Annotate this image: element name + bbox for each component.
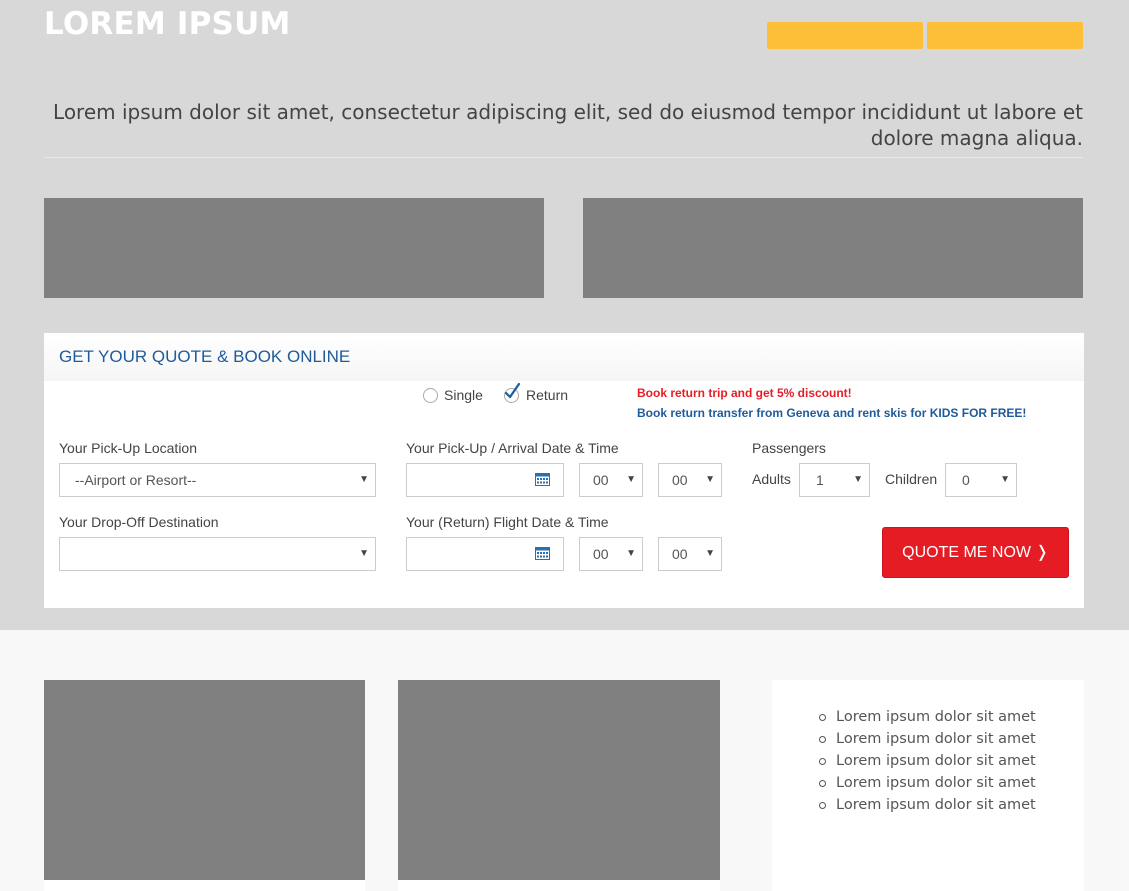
return-date-input[interactable] (406, 537, 564, 571)
return-datetime-label: Your (Return) Flight Date & Time (406, 514, 609, 530)
promo-discount: Book return trip and get 5% discount! (637, 386, 852, 400)
quote-form: GET YOUR QUOTE & BOOK ONLINE Single Retu… (44, 333, 1084, 608)
pickup-minute-select[interactable]: 00 ▼ (658, 463, 722, 497)
site-title: LOREM IPSUM (44, 6, 291, 42)
hero-section: LOREM IPSUM Lorem ipsum dolor sit amet, … (0, 0, 1129, 630)
banner-image-left (44, 198, 544, 298)
pickup-hour-value: 00 (593, 472, 609, 488)
content-image-2 (398, 680, 720, 880)
quote-form-header: GET YOUR QUOTE & BOOK ONLINE (44, 333, 1084, 381)
list-item: Lorem ipsum dolor sit amet (818, 794, 1036, 816)
return-label: Return (526, 387, 569, 403)
quote-form-title: GET YOUR QUOTE & BOOK ONLINE (59, 347, 351, 366)
return-radio[interactable] (504, 382, 521, 403)
calendar-icon[interactable] (535, 473, 550, 486)
chevron-down-icon: ▼ (359, 548, 369, 559)
adults-select[interactable]: 1 ▼ (799, 463, 870, 497)
single-label: Single (444, 387, 483, 403)
header-button-2[interactable] (927, 22, 1083, 49)
dropoff-label: Your Drop-Off Destination (59, 514, 219, 530)
chevron-down-icon: ▼ (705, 474, 715, 485)
pickup-location-value: --Airport or Resort-- (75, 472, 197, 488)
dropoff-select[interactable]: ▼ (59, 537, 376, 571)
sidebar-box: Lorem ipsum dolor sit amet Lorem ipsum d… (772, 680, 1084, 891)
promo-kids: Book return transfer from Geneva and ren… (637, 406, 1027, 420)
tagline: Lorem ipsum dolor sit amet, consectetur … (53, 100, 1083, 150)
pickup-location-label: Your Pick-Up Location (59, 440, 198, 456)
chevron-down-icon: ▼ (705, 548, 715, 559)
pickup-location-select[interactable]: --Airport or Resort-- ▼ (59, 463, 376, 497)
header-button-1[interactable] (767, 22, 923, 49)
chevron-down-icon: ▼ (359, 474, 369, 485)
banner-image-right (583, 198, 1083, 298)
passengers-label: Passengers (752, 440, 826, 456)
chevron-down-icon: ▼ (1000, 474, 1010, 485)
return-hour-value: 00 (593, 546, 609, 562)
quote-me-now-button[interactable]: QUOTE ME NOW ❭ (882, 527, 1069, 578)
return-minute-value: 00 (672, 546, 688, 562)
children-label: Children (885, 471, 938, 487)
calendar-icon[interactable] (535, 547, 550, 560)
return-minute-select[interactable]: 00 ▼ (658, 537, 722, 571)
children-value: 0 (962, 472, 970, 488)
single-radio[interactable] (423, 388, 438, 403)
chevron-down-icon: ▼ (626, 548, 636, 559)
adults-value: 1 (816, 472, 824, 488)
content-card-1 (44, 880, 365, 891)
list-item: Lorem ipsum dolor sit amet (818, 750, 1036, 772)
chevron-down-icon: ▼ (853, 474, 863, 485)
list-item: Lorem ipsum dolor sit amet (818, 706, 1036, 728)
return-hour-select[interactable]: 00 ▼ (579, 537, 643, 571)
content-image-1 (44, 680, 365, 880)
pickup-date-input[interactable] (406, 463, 564, 497)
list-item: Lorem ipsum dolor sit amet (818, 772, 1036, 794)
pickup-datetime-label: Your Pick-Up / Arrival Date & Time (406, 440, 619, 456)
adults-label: Adults (752, 471, 791, 487)
content-card-2 (398, 880, 720, 891)
children-select[interactable]: 0 ▼ (945, 463, 1017, 497)
sidebar-list: Lorem ipsum dolor sit amet Lorem ipsum d… (818, 706, 1036, 816)
checkmark-icon (504, 382, 521, 399)
list-item: Lorem ipsum dolor sit amet (818, 728, 1036, 750)
divider (44, 157, 1083, 158)
pickup-hour-select[interactable]: 00 ▼ (579, 463, 643, 497)
pickup-minute-value: 00 (672, 472, 688, 488)
chevron-down-icon: ▼ (626, 474, 636, 485)
